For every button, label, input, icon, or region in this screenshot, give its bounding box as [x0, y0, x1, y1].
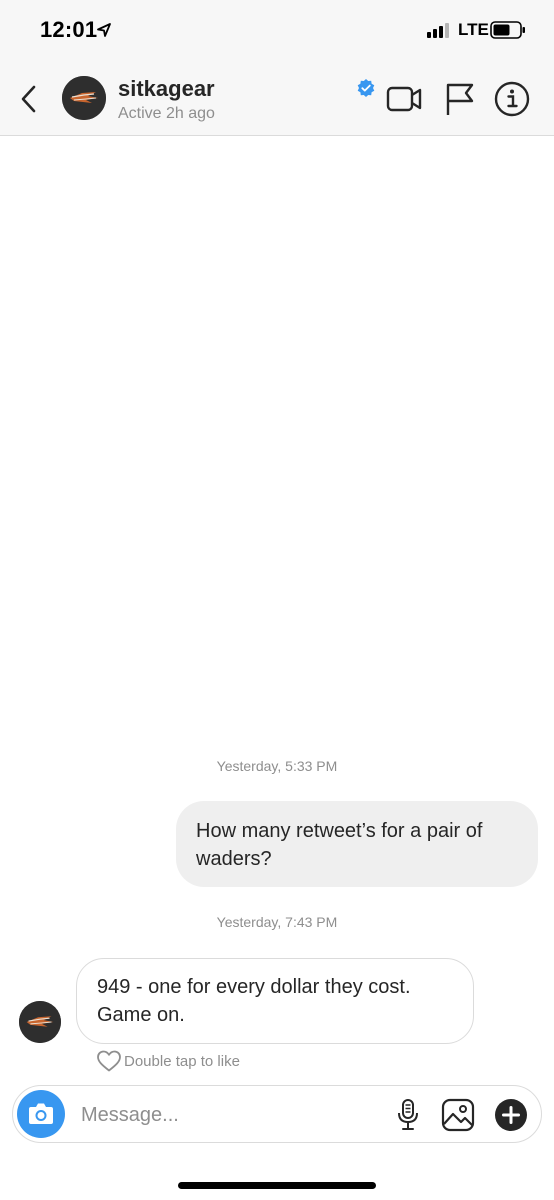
add-content-button[interactable]: [494, 1098, 528, 1132]
incoming-message-bubble[interactable]: 949 - one for every dollar they cost. Ga…: [76, 958, 474, 1044]
info-button[interactable]: [493, 80, 531, 118]
signal-strength-icon: [427, 23, 449, 38]
back-button[interactable]: [16, 82, 42, 116]
verified-badge-icon: [357, 79, 375, 97]
avatar[interactable]: [62, 76, 106, 120]
network-type: LTE: [458, 20, 489, 39]
message-text-line: How many retweet’s for a pair of: [196, 820, 483, 842]
camera-button[interactable]: [17, 1090, 65, 1138]
message-timestamp: Yesterday, 7:43 PM: [216, 914, 338, 930]
microphone-button[interactable]: [395, 1098, 421, 1132]
conversation-username[interactable]: sitkagear: [118, 76, 215, 102]
message-composer: [12, 1085, 542, 1143]
message-timestamp: Yesterday, 5:33 PM: [216, 758, 338, 774]
active-status: Active 2h ago: [118, 105, 215, 122]
heart-icon[interactable]: [96, 1049, 122, 1073]
video-call-button[interactable]: [385, 80, 423, 118]
home-indicator: [178, 1182, 376, 1189]
message-text-line: 949 - one for every dollar they cost.: [97, 976, 411, 998]
battery-icon: [490, 21, 525, 39]
location-arrow-icon: [97, 23, 111, 37]
sender-avatar[interactable]: [19, 1001, 61, 1043]
outgoing-message-bubble[interactable]: How many retweet’s for a pair of waders?: [176, 801, 538, 887]
sitka-logo-icon: [19, 1001, 61, 1043]
like-hint-text: Double tap to like: [124, 1052, 240, 1070]
camera-icon: [29, 1103, 53, 1124]
gallery-button[interactable]: [441, 1098, 475, 1132]
message-input[interactable]: [81, 1100, 381, 1130]
message-text-line: Game on.: [97, 1004, 185, 1026]
status-time: 12:01: [40, 17, 98, 42]
sitka-logo-icon: [62, 76, 106, 120]
like-hint[interactable]: Double tap to like: [96, 1048, 240, 1074]
report-flag-button[interactable]: [440, 80, 478, 118]
chat-header: sitkagear Active 2h ago: [0, 60, 554, 136]
message-text-line: waders?: [196, 848, 272, 870]
status-bar: 12:01 LTE: [0, 0, 554, 60]
